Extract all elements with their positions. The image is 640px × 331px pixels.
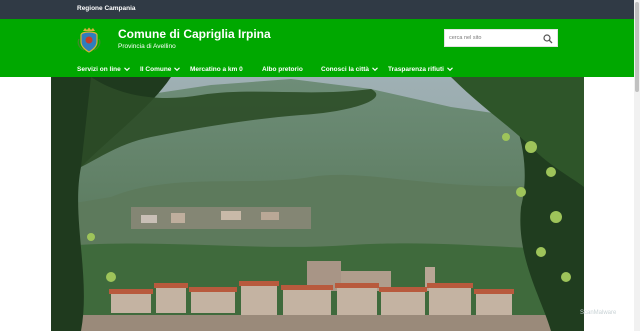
coat-of-arms-icon[interactable] <box>77 27 101 53</box>
hero-image <box>51 77 584 331</box>
region-link[interactable]: Regione Campania <box>77 5 136 12</box>
chevron-down-icon <box>372 67 378 72</box>
nav-item-il-comune[interactable]: Il Comune <box>140 64 181 74</box>
nav-label: Albo pretorio <box>262 65 303 73</box>
nav-label: Mercatino a km 0 <box>190 65 243 73</box>
nav-item-servizi-online[interactable]: Servizi on line <box>77 64 130 74</box>
town-landscape-photo <box>51 77 584 331</box>
site-title[interactable]: Comune di Capriglia Irpina <box>118 27 271 41</box>
search-icon[interactable] <box>543 34 553 44</box>
nav-item-trasparenza-rifiuti[interactable]: Trasparenza rifiuti <box>388 64 453 74</box>
nav-label: Conosci la città <box>321 65 370 73</box>
main-nav: Servizi on line Il Comune Mercatino a km… <box>0 59 640 77</box>
nav-label: Il Comune <box>140 65 172 73</box>
nav-item-mercatino[interactable]: Mercatino a km 0 <box>190 64 243 74</box>
search-input[interactable] <box>449 32 541 44</box>
chevron-down-icon <box>123 67 130 72</box>
nav-label: Servizi on line <box>77 65 121 73</box>
search-box <box>444 29 558 47</box>
scrollbar[interactable] <box>634 0 640 331</box>
nav-label: Trasparenza rifiuti <box>388 65 444 73</box>
top-bar: Regione Campania <box>0 0 640 19</box>
scrollbar-thumb[interactable] <box>635 2 639 92</box>
chevron-down-icon <box>447 67 453 72</box>
watermark: ScanMalware <box>580 310 617 316</box>
nav-item-conosci-la-citta[interactable]: Conosci la città <box>321 64 378 74</box>
nav-item-albo-pretorio[interactable]: Albo pretorio <box>262 64 303 74</box>
site-subtitle: Provincia di Avellino <box>118 43 176 50</box>
chevron-down-icon <box>174 67 181 72</box>
